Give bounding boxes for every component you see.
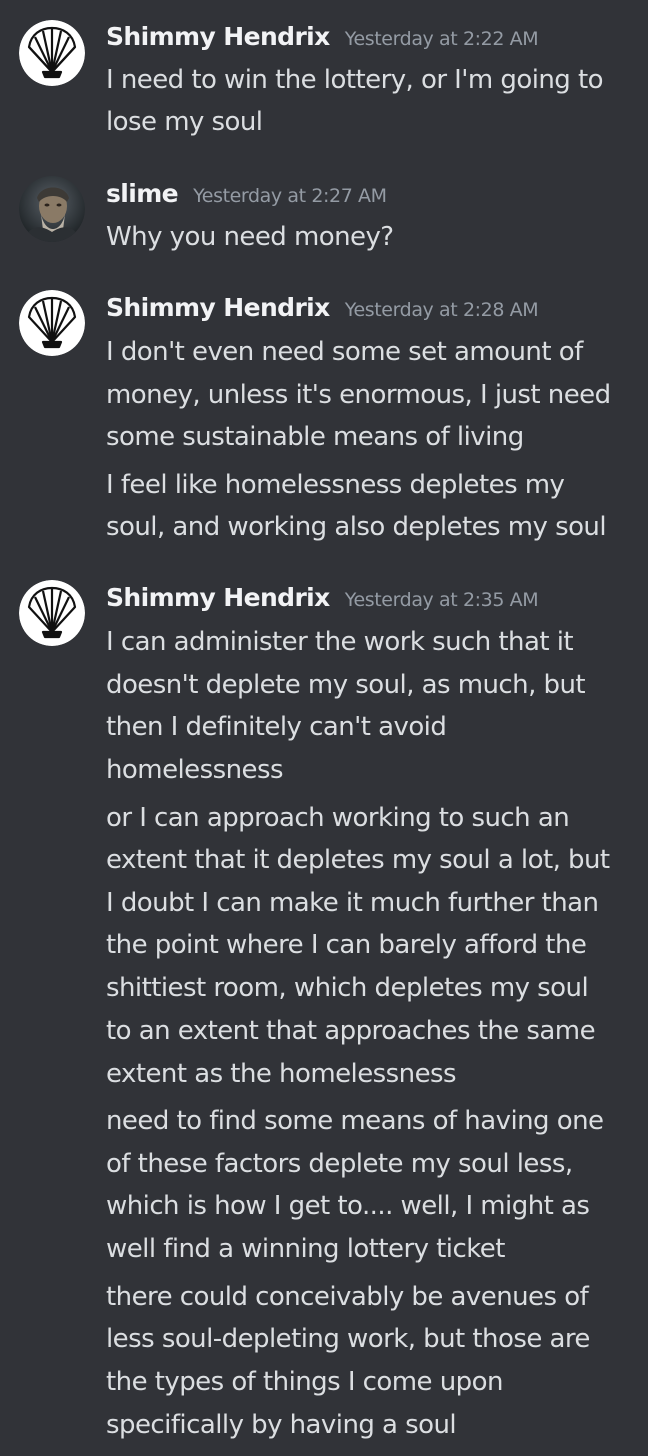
message-text-line: I doubt I can make it much further than: [106, 888, 599, 918]
message-text-line: well find a winning lottery ticket: [106, 1234, 505, 1264]
message-text-line: there could conceivably be avenues of: [106, 1282, 589, 1312]
message-text-line: doesn't deplete my soul, as much, but: [106, 670, 586, 700]
timestamp: Yesterday at 2:27 AM: [193, 185, 387, 207]
message-text-line: shittiest room, which depletes my soul: [106, 973, 589, 1003]
message-header: Shimmy Hendrix Yesterday at 2:28 AM: [106, 293, 539, 329]
timestamp: Yesterday at 2:22 AM: [344, 28, 539, 50]
message-text-line: extent as the homelessness: [106, 1059, 457, 1089]
message-text-line: or I can approach working to such an: [106, 803, 570, 833]
message-text-line: I can administer the work such that it: [106, 627, 574, 657]
message-header: Shimmy Hendrix Yesterday at 2:22 AM: [106, 22, 539, 58]
message-text-line: homelessness: [106, 755, 284, 785]
username[interactable]: Shimmy Hendrix: [106, 293, 330, 322]
user-photo-avatar[interactable]: [19, 176, 85, 242]
message-header: Shimmy Hendrix Yesterday at 2:35 AM: [106, 583, 539, 619]
message-text-line: need to find some means of having one: [106, 1106, 604, 1136]
message-text-line: the types of things I come upon: [106, 1367, 503, 1397]
message-text-line: I don't even need some set amount of: [106, 337, 583, 367]
timestamp: Yesterday at 2:35 AM: [344, 589, 539, 611]
message-text-line: specifically by having a soul: [106, 1410, 457, 1440]
shell-icon[interactable]: [19, 20, 85, 86]
username[interactable]: Shimmy Hendrix: [106, 583, 330, 612]
shell-icon[interactable]: [19, 290, 85, 356]
message-text-line: some sustainable means of living: [106, 422, 524, 452]
message-text-line: extent that it depletes my soul a lot, b…: [106, 845, 610, 875]
message-text-line: less soul-depleting work, but those are: [106, 1324, 590, 1354]
username[interactable]: Shimmy Hendrix: [106, 22, 330, 51]
message-text-line: Why you need money?: [106, 222, 394, 252]
message-text-line: the point where I can barely afford the: [106, 930, 587, 960]
message-text-line: lose my soul: [106, 107, 263, 137]
message-text-line: of these factors deplete my soul less,: [106, 1149, 573, 1179]
timestamp: Yesterday at 2:28 AM: [344, 299, 539, 321]
username[interactable]: slime: [106, 179, 179, 208]
message-text-line: which is how I get to.... well, I might …: [106, 1191, 590, 1221]
message-text-line: money, unless it's enormous, I just need: [106, 380, 611, 410]
message-header: slime Yesterday at 2:27 AM: [106, 179, 387, 215]
message-text-line: I need to win the lottery, or I'm going …: [106, 65, 604, 95]
message-text-line: soul, and working also depletes my soul: [106, 512, 607, 542]
shell-icon[interactable]: [19, 580, 85, 646]
message-text-line: then I definitely can't avoid: [106, 712, 447, 742]
message-text-line: I feel like homelessness depletes my: [106, 470, 565, 500]
message-text-line: to an extent that approaches the same: [106, 1016, 596, 1046]
